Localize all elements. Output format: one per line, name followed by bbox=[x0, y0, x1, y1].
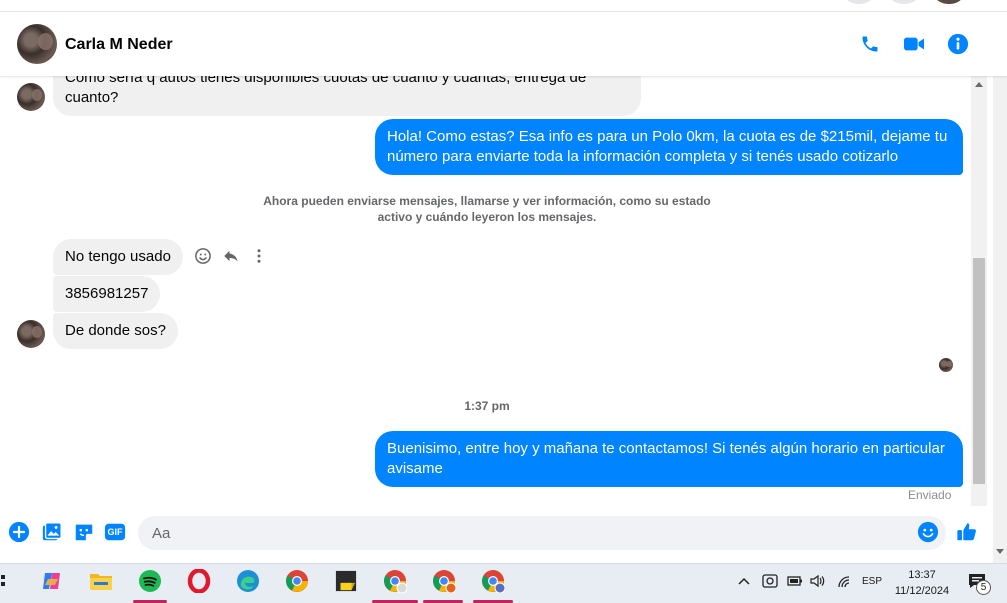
scroll-down-arrow-icon[interactable] bbox=[996, 549, 1004, 554]
seen-indicator-avatar bbox=[939, 358, 953, 372]
message-input[interactable] bbox=[138, 516, 946, 550]
chrome-profile-3-icon[interactable] bbox=[480, 568, 506, 594]
incoming-message[interactable]: No tengo usado bbox=[53, 239, 183, 275]
volume-icon[interactable] bbox=[808, 568, 828, 594]
incoming-message[interactable]: 3856981257 bbox=[53, 276, 161, 312]
gif-label: GIF bbox=[107, 527, 123, 537]
meet-now-icon[interactable] bbox=[760, 568, 780, 594]
wifi-icon[interactable] bbox=[834, 568, 854, 594]
emoji-icon[interactable] bbox=[917, 521, 939, 543]
opera-icon[interactable] bbox=[186, 568, 212, 594]
top-avatar-icon bbox=[935, 0, 963, 4]
contact-avatar-small[interactable] bbox=[17, 83, 45, 111]
top-circle-icon bbox=[890, 0, 918, 4]
window-scrollbar-track[interactable] bbox=[993, 12, 1007, 564]
chrome-profile-1-icon[interactable] bbox=[382, 568, 408, 594]
copilot-icon[interactable] bbox=[39, 568, 65, 594]
info-icon[interactable] bbox=[947, 33, 969, 55]
file-explorer-icon[interactable] bbox=[88, 568, 114, 594]
scroll-up-arrow-icon[interactable] bbox=[975, 82, 983, 87]
sticker-icon[interactable] bbox=[73, 521, 95, 543]
contact-avatar-small[interactable] bbox=[17, 320, 45, 348]
window-top-strip bbox=[0, 0, 1007, 12]
outgoing-message[interactable]: Buenisimo, entre hoy y mañana te contact… bbox=[375, 431, 963, 487]
notification-count-badge: 5 bbox=[976, 580, 991, 595]
gif-icon[interactable]: GIF bbox=[104, 521, 126, 543]
chrome-profile-2-icon[interactable] bbox=[431, 568, 457, 594]
contact-name[interactable]: Carla M Neder bbox=[65, 36, 173, 54]
chat-header: Carla M Neder bbox=[0, 12, 1007, 76]
video-call-icon[interactable] bbox=[903, 33, 925, 55]
outgoing-message[interactable]: Hola! Como estas? Esa info es para un Po… bbox=[375, 119, 963, 175]
message-timestamp: 1:37 pm bbox=[464, 399, 510, 413]
contact-avatar[interactable] bbox=[17, 24, 57, 64]
spotify-icon[interactable] bbox=[137, 568, 163, 594]
phone-call-icon[interactable] bbox=[859, 33, 881, 55]
battery-icon[interactable] bbox=[785, 568, 805, 594]
clock-date: 11/12/2024 bbox=[894, 585, 950, 597]
chrome-icon[interactable] bbox=[284, 568, 310, 594]
taskbar-clock[interactable]: 13:37 11/12/2024 bbox=[890, 567, 954, 599]
chevron-up-icon[interactable] bbox=[735, 568, 753, 594]
sent-status: Enviado bbox=[908, 488, 952, 502]
smiley-react-icon[interactable] bbox=[193, 246, 213, 266]
top-circle-icon bbox=[845, 0, 873, 4]
chat-scrollbar-thumb[interactable] bbox=[973, 258, 985, 484]
task-view-icon[interactable] bbox=[0, 568, 8, 594]
notification-center-icon[interactable]: 5 bbox=[962, 568, 992, 595]
more-options-icon[interactable] bbox=[249, 246, 269, 266]
system-notice: Ahora pueden enviarse mensajes, llamarse… bbox=[263, 194, 711, 224]
plus-icon[interactable] bbox=[8, 521, 30, 543]
language-indicator[interactable]: ESP bbox=[862, 576, 882, 587]
like-thumb-icon[interactable] bbox=[956, 521, 978, 543]
image-attach-icon[interactable] bbox=[41, 521, 63, 543]
incoming-message[interactable]: De donde sos? bbox=[53, 313, 178, 349]
sticky-notes-icon[interactable] bbox=[333, 568, 359, 594]
reply-icon[interactable] bbox=[221, 246, 241, 266]
clock-time: 13:37 bbox=[908, 569, 936, 581]
edge-icon[interactable] bbox=[235, 568, 261, 594]
